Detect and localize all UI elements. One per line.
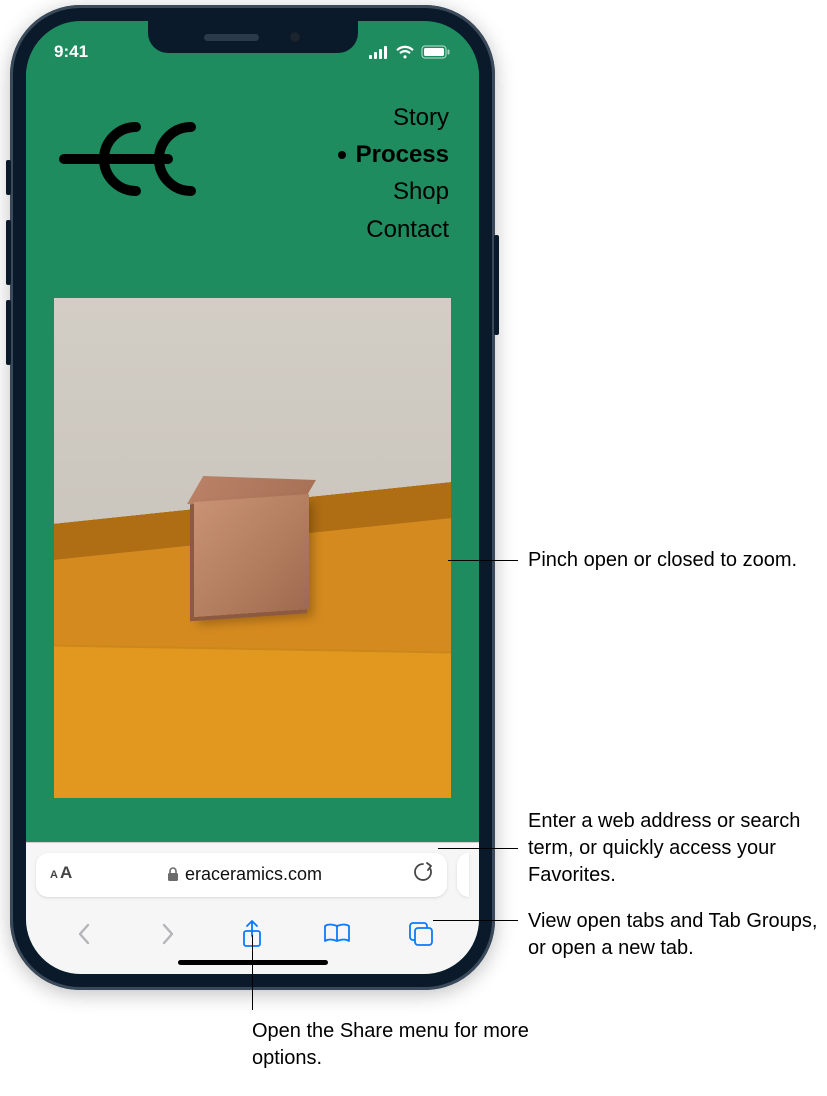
site-nav: Story Process Shop Contact <box>356 99 449 248</box>
webpage-content[interactable]: Story Process Shop Contact <box>26 69 479 842</box>
nav-item-contact[interactable]: Contact <box>356 211 449 248</box>
nav-item-process[interactable]: Process <box>356 136 449 173</box>
address-bar[interactable]: AA eraceramics.com <box>36 853 447 897</box>
volume-down-button <box>6 300 11 365</box>
tabs-button[interactable] <box>399 912 443 956</box>
address-bar-zone: AA eraceramics.com <box>26 842 479 906</box>
callout-pinch: Pinch open or closed to zoom. <box>528 547 797 574</box>
text-size-icon[interactable]: AA <box>50 863 76 886</box>
chevron-right-icon <box>160 922 176 946</box>
reload-icon[interactable] <box>413 861 433 888</box>
volume-up-button <box>6 220 11 285</box>
callout-line <box>448 560 518 561</box>
back-button[interactable] <box>62 912 106 956</box>
side-button <box>494 235 499 335</box>
hero-photo[interactable] <box>54 298 451 798</box>
lock-icon <box>167 867 179 882</box>
callout-line <box>433 920 518 921</box>
screen: 9:41 <box>26 21 479 974</box>
notch <box>148 21 358 53</box>
callout-address: Enter a web address or search term, or q… <box>528 808 827 889</box>
url-display[interactable]: eraceramics.com <box>88 864 401 885</box>
tabs-icon <box>407 920 435 948</box>
bookmarks-button[interactable] <box>315 912 359 956</box>
speaker <box>204 34 259 41</box>
url-text: eraceramics.com <box>185 864 322 885</box>
callout-share: Open the Share menu for more options. <box>252 1018 552 1072</box>
svg-text:A: A <box>60 863 72 881</box>
svg-text:A: A <box>50 869 58 881</box>
nav-item-shop[interactable]: Shop <box>356 173 449 210</box>
callout-tabs: View open tabs and Tab Groups, or open a… <box>528 908 827 962</box>
status-time: 9:41 <box>54 42 88 62</box>
forward-button[interactable] <box>146 912 190 956</box>
chevron-left-icon <box>76 922 92 946</box>
callout-line <box>252 935 253 1010</box>
iphone-frame: 9:41 <box>10 5 495 990</box>
callout-line <box>438 848 518 849</box>
battery-icon <box>421 45 451 59</box>
front-camera <box>289 31 301 43</box>
wifi-icon <box>395 45 415 59</box>
cellular-icon <box>369 46 389 59</box>
mute-switch <box>6 160 11 195</box>
nav-item-story[interactable]: Story <box>356 99 449 136</box>
book-icon <box>322 922 352 946</box>
site-logo[interactable] <box>56 99 216 219</box>
next-tab-hint[interactable] <box>457 853 469 897</box>
